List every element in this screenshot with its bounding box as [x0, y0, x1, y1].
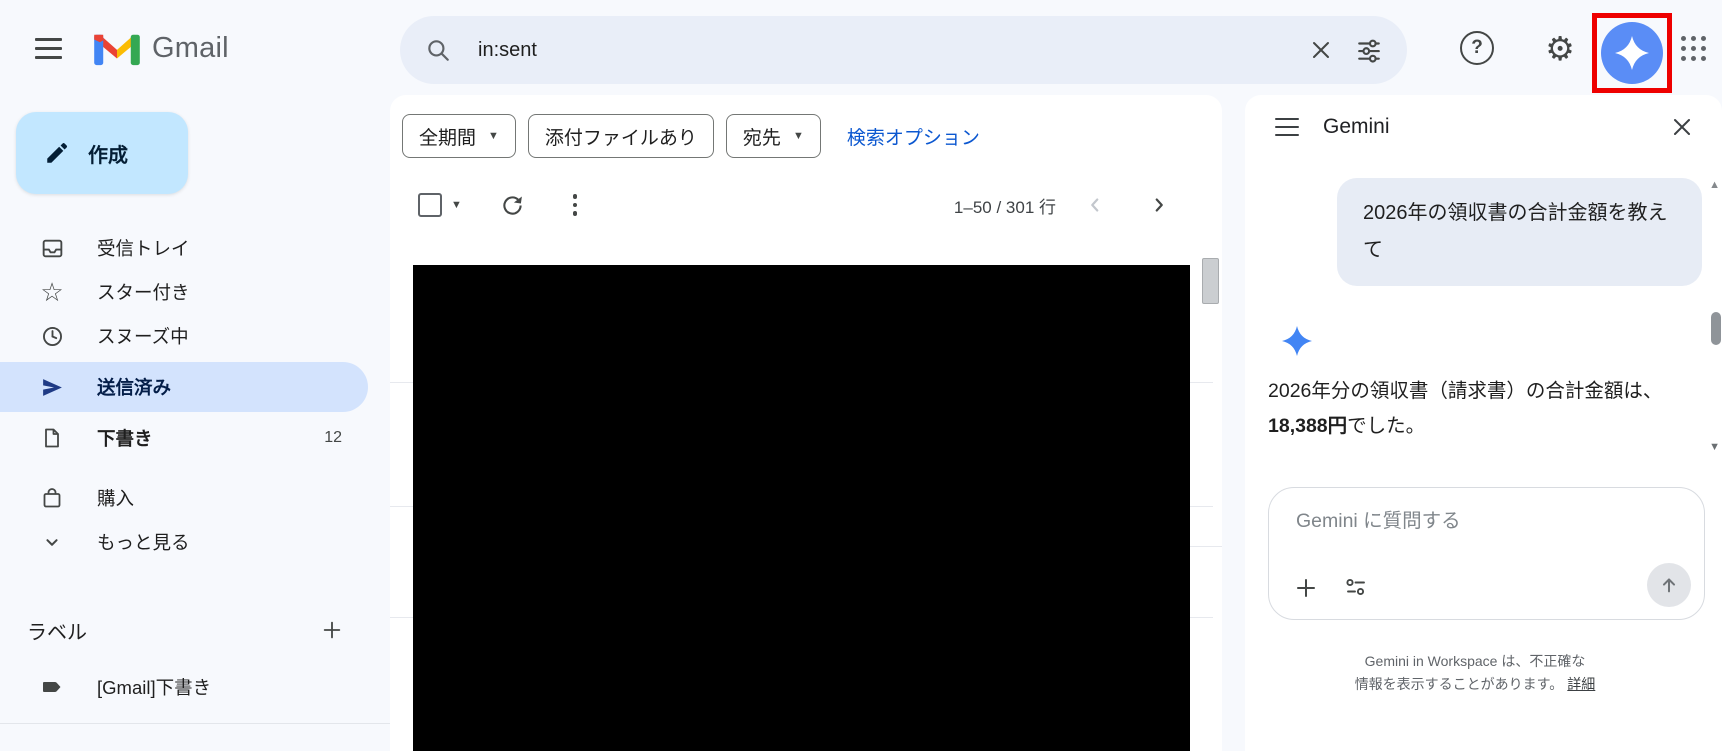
topbar: Gmail in:sent ? ⚙: [0, 0, 1722, 95]
main-menu-icon[interactable]: [26, 26, 70, 70]
search-icon[interactable]: [414, 26, 462, 74]
sidebar-divider: [0, 723, 390, 724]
labels-heading: ラベル: [27, 621, 87, 644]
gemini-disclaimer: Gemini in Workspace は、不正確な 情報を表示することがありま…: [1245, 650, 1705, 696]
clock-icon: [38, 324, 66, 349]
inbox-icon: [38, 236, 66, 261]
chat-scroll-up-arrow[interactable]: ▲: [1709, 179, 1720, 191]
sidebar-item-purchases[interactable]: 購入: [0, 476, 368, 520]
sidebar-nav: 受信トレイ ☆ スター付き スヌーズ中 送信済み 下書き 12 購入 もっと見る: [0, 226, 390, 564]
gemini-input-placeholder[interactable]: Gemini に質問する: [1296, 504, 1461, 533]
sidebar-item-starred[interactable]: ☆ スター付き: [0, 270, 368, 314]
chip-has-attachment[interactable]: 添付ファイルあり: [527, 114, 714, 158]
chip-label: 宛先: [742, 127, 781, 149]
sidebar-item-label: 受信トレイ: [97, 238, 190, 259]
mail-row-separator: [1190, 546, 1222, 547]
draft-icon: [38, 426, 66, 450]
sidebar-item-drafts[interactable]: 下書き 12: [0, 416, 368, 460]
pencil-icon: [44, 140, 70, 166]
sidebar-item-label: 購入: [97, 488, 135, 509]
select-dropdown-icon[interactable]: ▼: [451, 199, 462, 211]
previous-page-icon[interactable]: [1084, 194, 1106, 216]
sidebar-item-more[interactable]: もっと見る: [0, 520, 368, 564]
sidebar-item-label: スター付き: [97, 282, 190, 303]
chevron-down-icon: ▼: [488, 130, 499, 142]
search-options-icon[interactable]: [1345, 26, 1393, 74]
pagination-label: 1–50 / 301 行: [953, 197, 1056, 217]
search-bar[interactable]: in:sent: [400, 16, 1407, 84]
search-filter-chips: 全期間 ▼ 添付ファイルあり 宛先 ▼ 検索オプション: [402, 114, 980, 158]
star-icon: ☆: [40, 277, 64, 307]
disclaimer-details-link[interactable]: 詳細: [1567, 676, 1595, 692]
prompt-tools-icon[interactable]: [1341, 572, 1371, 602]
disclaimer-line1: Gemini in Workspace は、不正確な: [1364, 653, 1586, 669]
help-button[interactable]: ?: [1453, 24, 1501, 72]
compose-label: 作成: [88, 144, 128, 167]
response-amount: 18,388円: [1268, 415, 1348, 437]
label-tag-icon: [38, 675, 66, 699]
highlight-red-box: [1592, 13, 1672, 93]
chip-label: 添付ファイルあり: [544, 127, 697, 149]
labels-section-header: ラベル: [0, 608, 368, 652]
select-all-checkbox[interactable]: [418, 193, 442, 217]
drafts-count: 12: [324, 429, 342, 446]
sidebar-item-label: 送信済み: [97, 377, 172, 398]
sidebar-item-snoozed[interactable]: スヌーズ中: [0, 314, 368, 358]
send-prompt-button[interactable]: [1647, 563, 1691, 607]
google-apps-grid-icon[interactable]: [1669, 24, 1717, 72]
sidebar: 作成 受信トレイ ☆ スター付き スヌーズ中 送信済み 下書き 12 購入 もっ…: [0, 95, 390, 751]
sidebar-item-label: スヌーズ中: [97, 326, 189, 347]
more-options-kebab-icon[interactable]: [569, 190, 582, 220]
shopping-bag-icon: [38, 486, 66, 510]
redacted-email-list: [413, 265, 1190, 751]
user-message-bubble: 2026年の領収書の合計金額を教えて: [1337, 178, 1702, 286]
gemini-side-panel: Gemini 2026年の領収書の合計金額を教えて 2026年分の領収書（請求書…: [1245, 95, 1722, 751]
settings-gear-icon[interactable]: ⚙: [1536, 24, 1584, 72]
chip-label: 全期間: [419, 127, 477, 149]
gemini-response-sparkle-icon: [1282, 326, 1312, 361]
gemini-input-box[interactable]: Gemini に質問する: [1268, 487, 1705, 620]
sidebar-label-gmail-drafts[interactable]: [Gmail]下書き: [0, 665, 368, 709]
advanced-search-link[interactable]: 検索オプション: [847, 123, 980, 150]
chevron-down-icon: ▼: [792, 130, 804, 142]
chevron-down-icon: [38, 531, 66, 553]
gmail-logo: Gmail: [92, 24, 229, 72]
send-icon: [38, 375, 66, 400]
sidebar-item-inbox[interactable]: 受信トレイ: [0, 226, 368, 270]
gemini-panel-title: Gemini: [1323, 115, 1390, 138]
close-panel-icon[interactable]: [1662, 107, 1702, 147]
chip-date-range[interactable]: 全期間 ▼: [402, 114, 516, 158]
gmail-wordmark: Gmail: [152, 31, 229, 64]
gemini-panel-header: Gemini: [1245, 95, 1722, 159]
response-suffix: でした。: [1347, 415, 1426, 437]
mail-list-scrollbar-thumb[interactable]: [1202, 258, 1219, 304]
sidebar-item-label: 下書き: [97, 428, 153, 449]
help-icon: ?: [1460, 31, 1494, 65]
next-page-icon[interactable]: [1148, 194, 1170, 216]
gemini-response-text: 2026年分の領収書（請求書）の合計金額は、 18,388円でした。: [1268, 374, 1710, 444]
label-name: [Gmail]下書き: [97, 677, 212, 698]
gemini-menu-icon[interactable]: [1275, 117, 1299, 137]
search-input[interactable]: in:sent: [478, 39, 1297, 62]
chat-scroll-down-arrow[interactable]: ▼: [1709, 441, 1720, 453]
compose-button[interactable]: 作成: [16, 112, 188, 194]
sidebar-item-sent[interactable]: 送信済み: [0, 362, 368, 412]
chip-to[interactable]: 宛先 ▼: [725, 114, 821, 158]
sidebar-item-label: もっと見る: [97, 532, 190, 553]
disclaimer-line2: 情報を表示することがあります。: [1354, 676, 1564, 692]
gmail-m-icon: [92, 29, 142, 67]
chat-scrollbar-thumb[interactable]: [1711, 312, 1721, 345]
response-prefix: 2026年分の領収書（請求書）の合計金額は、: [1268, 380, 1663, 402]
mail-list-card: 全期間 ▼ 添付ファイルあり 宛先 ▼ 検索オプション ▼ 1–50 / 301…: [390, 95, 1222, 751]
create-label-plus-icon[interactable]: [314, 612, 350, 648]
attach-plus-icon[interactable]: [1291, 573, 1321, 603]
refresh-icon[interactable]: [500, 193, 525, 218]
list-toolbar: ▼ 1–50 / 301 行: [390, 180, 1222, 230]
clear-search-icon[interactable]: [1297, 26, 1345, 74]
